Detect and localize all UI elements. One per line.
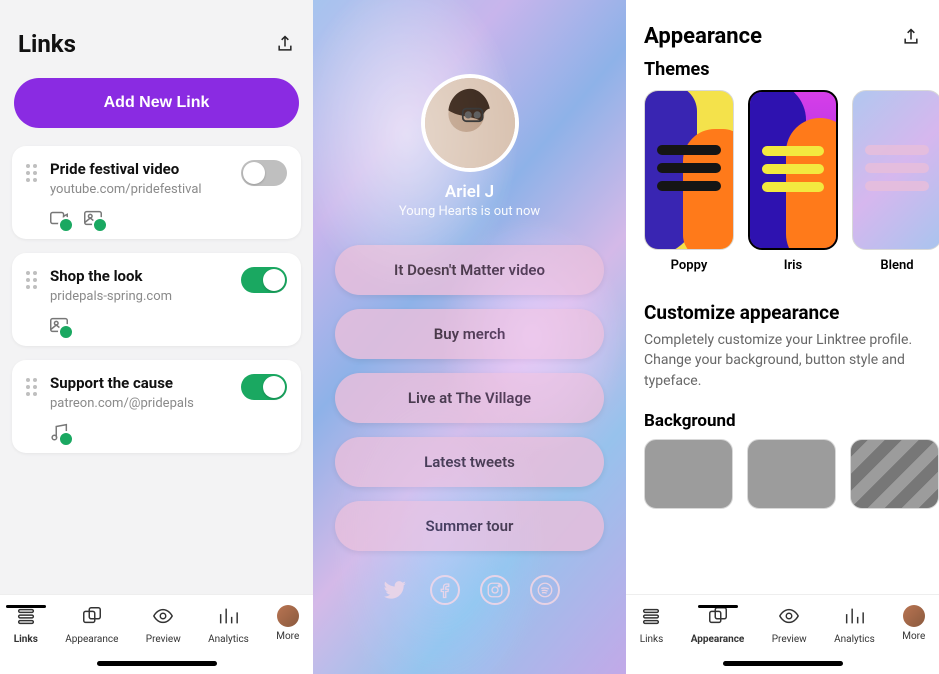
- enable-toggle[interactable]: [241, 160, 287, 186]
- appearance-header: Appearance: [626, 0, 939, 51]
- link-title: Support the cause: [50, 374, 241, 392]
- tab-label: More: [902, 631, 925, 642]
- music-attachment-icon[interactable]: [48, 421, 70, 443]
- tab-label: Analytics: [834, 634, 875, 645]
- customize-description: Completely customize your Linktree profi…: [626, 330, 939, 391]
- profile-link-button[interactable]: Buy merch: [335, 309, 604, 359]
- link-card[interactable]: Shop the look pridepals-spring.com: [12, 253, 301, 346]
- tab-label: Links: [14, 634, 38, 645]
- background-option-solid[interactable]: [747, 439, 836, 509]
- theme-blend[interactable]: Blend: [852, 90, 939, 273]
- preview-screen: Ariel J Young Hearts is out now It Doesn…: [313, 0, 626, 674]
- drag-handle-icon[interactable]: [26, 164, 40, 182]
- enable-toggle[interactable]: [241, 374, 287, 400]
- profile-link-button[interactable]: Summer tour: [335, 501, 604, 551]
- tab-links[interactable]: Links: [14, 605, 38, 645]
- links-icon: [15, 605, 37, 630]
- video-attachment-icon[interactable]: [48, 207, 70, 229]
- preview-icon: [778, 605, 800, 630]
- avatar-icon: [277, 605, 299, 627]
- drag-handle-icon[interactable]: [26, 378, 40, 396]
- spotify-icon[interactable]: [530, 575, 560, 605]
- tab-label: Preview: [146, 634, 181, 645]
- customize-heading: Customize appearance: [626, 273, 939, 330]
- link-card[interactable]: Pride festival video youtube.com/pridefes…: [12, 146, 301, 239]
- page-title: Links: [18, 30, 76, 58]
- facebook-icon[interactable]: [430, 575, 460, 605]
- tab-label: Appearance: [65, 634, 118, 645]
- analytics-icon: [217, 605, 239, 630]
- tab-appearance[interactable]: Appearance: [691, 605, 745, 645]
- theme-preview: [852, 90, 939, 250]
- profile-link-button[interactable]: Live at The Village: [335, 373, 604, 423]
- link-card[interactable]: Support the cause patreon.com/@pridepals: [12, 360, 301, 453]
- tab-label: Appearance: [691, 634, 745, 645]
- share-icon[interactable]: [901, 27, 921, 47]
- theme-preview: [748, 90, 838, 250]
- tab-label: Analytics: [208, 634, 249, 645]
- link-title: Shop the look: [50, 267, 241, 285]
- home-indicator: [723, 661, 843, 666]
- appearance-icon: [81, 605, 103, 630]
- tab-label: Preview: [772, 634, 807, 645]
- analytics-icon: [843, 605, 865, 630]
- twitter-icon[interactable]: [380, 575, 410, 605]
- background-option-pattern[interactable]: [850, 439, 939, 509]
- avatar-icon: [903, 605, 925, 627]
- tab-more[interactable]: More: [276, 605, 299, 642]
- theme-preview: [644, 90, 734, 250]
- tab-label: More: [276, 631, 299, 642]
- theme-label: Poppy: [671, 258, 708, 273]
- link-url: youtube.com/pridefestival: [50, 182, 241, 197]
- page-title: Appearance: [644, 24, 762, 49]
- enable-toggle[interactable]: [241, 267, 287, 293]
- tab-label: Links: [640, 634, 664, 645]
- appearance-icon: [707, 605, 729, 630]
- background-option-flat[interactable]: [644, 439, 733, 509]
- link-url: pridepals-spring.com: [50, 289, 241, 304]
- tab-analytics[interactable]: Analytics: [208, 605, 249, 645]
- profile-link-button[interactable]: It Doesn't Matter video: [335, 245, 604, 295]
- link-title: Pride festival video: [50, 160, 241, 178]
- profile-avatar: [421, 74, 519, 172]
- tab-preview[interactable]: Preview: [772, 605, 807, 645]
- preview-icon: [152, 605, 174, 630]
- instagram-icon[interactable]: [480, 575, 510, 605]
- background-options: [626, 439, 939, 509]
- tab-preview[interactable]: Preview: [146, 605, 181, 645]
- add-new-link-button[interactable]: Add New Link: [14, 78, 299, 128]
- profile-tagline: Young Hearts is out now: [399, 204, 540, 219]
- tab-more[interactable]: More: [902, 605, 925, 642]
- tab-appearance[interactable]: Appearance: [65, 605, 118, 645]
- home-indicator: [97, 661, 217, 666]
- theme-label: Blend: [880, 258, 913, 273]
- links-icon: [640, 605, 662, 630]
- share-icon[interactable]: [275, 34, 295, 54]
- tab-analytics[interactable]: Analytics: [834, 605, 875, 645]
- theme-poppy[interactable]: Poppy: [644, 90, 734, 273]
- theme-label: Iris: [784, 258, 802, 273]
- profile-link-button[interactable]: Latest tweets: [335, 437, 604, 487]
- image-attachment-icon[interactable]: [82, 207, 104, 229]
- links-header: Links: [0, 0, 313, 72]
- themes-heading: Themes: [626, 51, 939, 90]
- drag-handle-icon[interactable]: [26, 271, 40, 289]
- link-url: patreon.com/@pridepals: [50, 396, 241, 411]
- theme-iris[interactable]: Iris: [748, 90, 838, 273]
- profile-name: Ariel J: [445, 182, 494, 202]
- background-heading: Background: [626, 391, 939, 439]
- image-attachment-icon[interactable]: [48, 314, 70, 336]
- links-screen: Links Add New Link Pride festival video y…: [0, 0, 313, 674]
- tab-links[interactable]: Links: [640, 605, 664, 645]
- appearance-screen: Appearance Themes Poppy Iris Blend Customi…: [626, 0, 939, 674]
